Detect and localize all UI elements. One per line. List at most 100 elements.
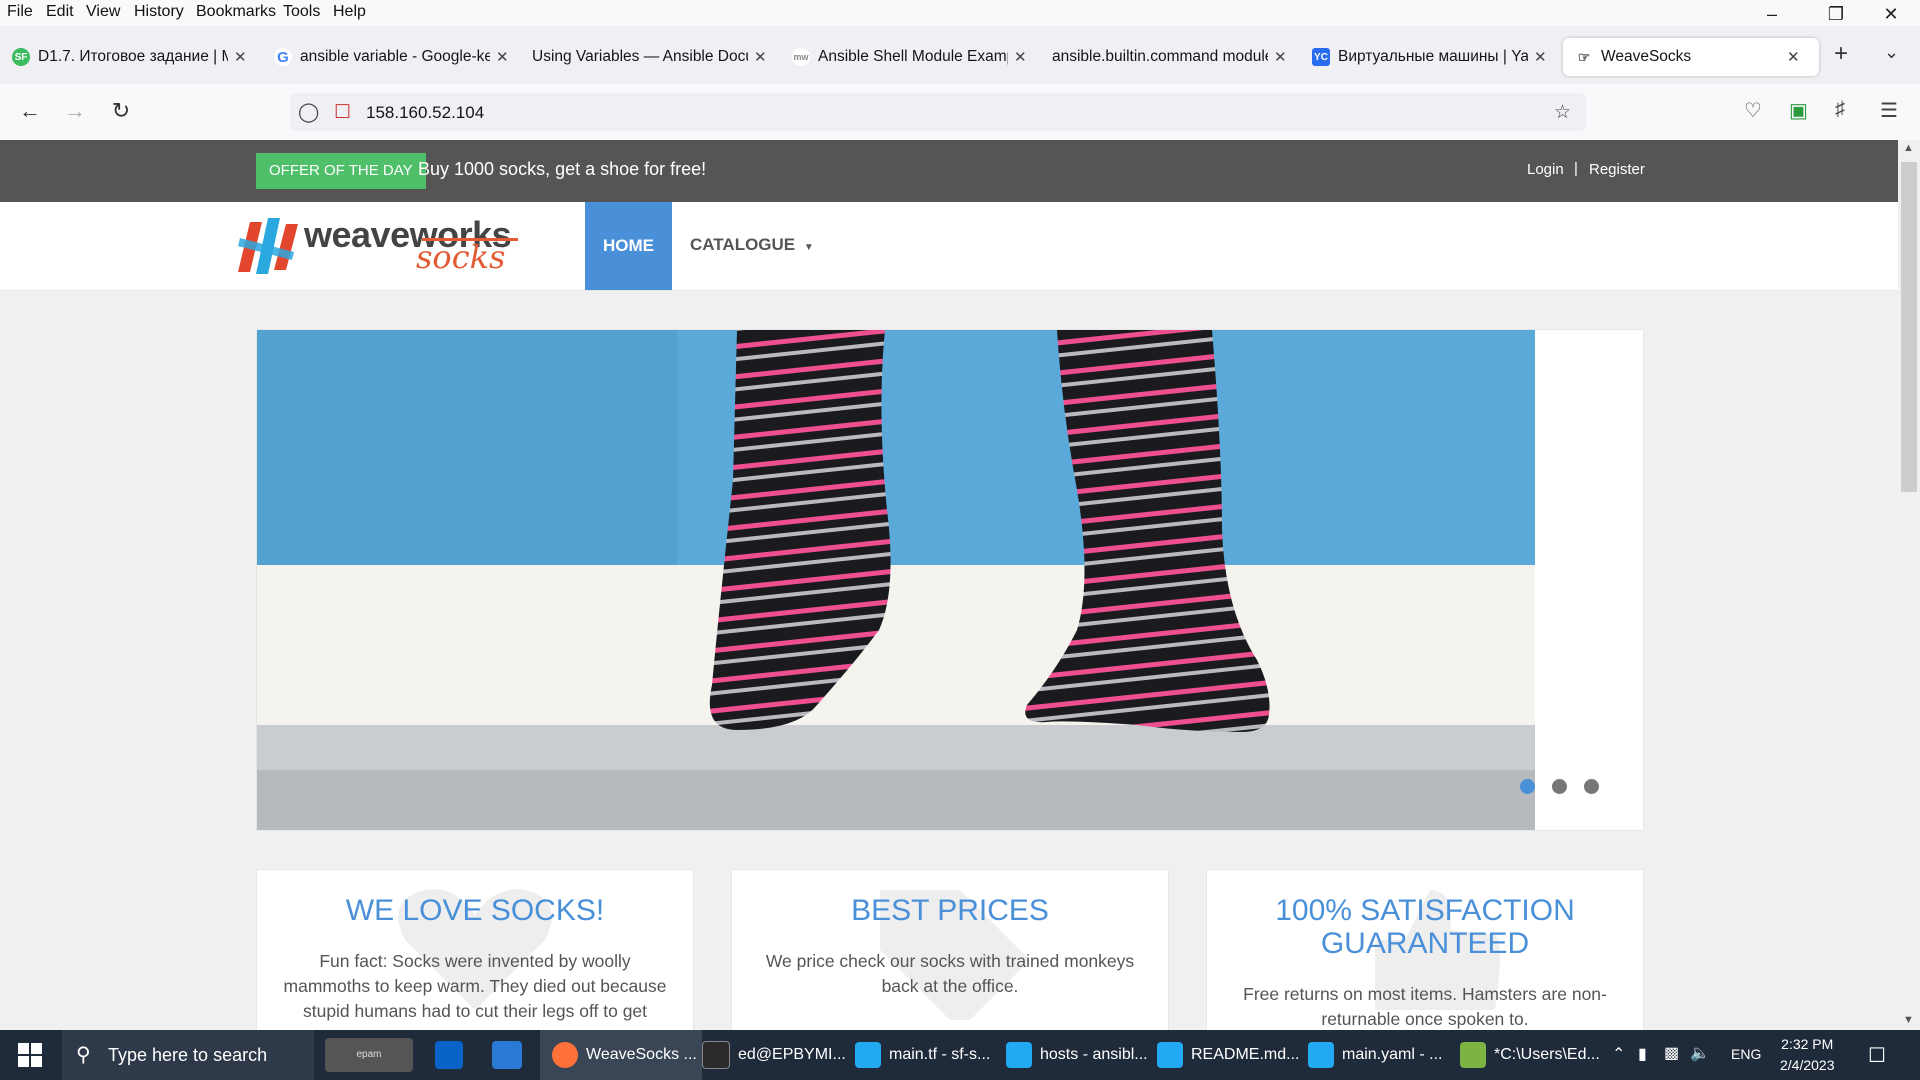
taskbar-app-vscode-hosts[interactable]: hosts - ansibl...: [1006, 1030, 1148, 1080]
close-window-icon[interactable]: ✕: [1871, 4, 1911, 25]
notepad-plus-icon: [1460, 1042, 1486, 1068]
close-tab-icon[interactable]: ✕: [754, 48, 767, 66]
tab-google[interactable]: G ansible variable - Google-ke ✕: [274, 38, 509, 76]
shield-icon[interactable]: ◯: [298, 101, 319, 124]
login-link[interactable]: Login: [1527, 161, 1564, 178]
battery-icon[interactable]: ▮: [1638, 1044, 1647, 1064]
back-icon[interactable]: ←: [15, 98, 45, 124]
epam-label: epam: [356, 1049, 382, 1060]
volume-icon[interactable]: 🔈: [1690, 1043, 1710, 1063]
close-tab-icon[interactable]: ✕: [1274, 48, 1287, 66]
offer-text: Buy 1000 socks, get a shoe for free!: [418, 159, 707, 179]
menu-history[interactable]: History: [134, 3, 184, 21]
taskbar-app-vscode-main-yaml[interactable]: main.yaml - ...: [1308, 1030, 1448, 1080]
vscode-icon: [855, 1042, 881, 1068]
menu-tools[interactable]: Tools: [283, 3, 320, 21]
new-tab-icon[interactable]: +: [1834, 40, 1848, 68]
taskbar-app-label: main.yaml - ...: [1342, 1046, 1443, 1063]
network-icon[interactable]: ▩: [1664, 1043, 1679, 1063]
tray-chevron-icon[interactable]: ⌃: [1612, 1044, 1625, 1064]
close-tab-icon[interactable]: ✕: [1787, 48, 1800, 66]
taskbar-app-label: README.md...: [1191, 1046, 1300, 1063]
tab-skillfactory[interactable]: SF D1.7. Итоговое задание | M ✕: [12, 38, 247, 76]
taskbar-clock[interactable]: 2:32 PM 2/4/2023: [1780, 1034, 1835, 1076]
weaveworks-logo-icon: [238, 218, 298, 274]
tab-list-icon[interactable]: ⌄: [1884, 42, 1899, 63]
vscode-icon: [1157, 1042, 1183, 1068]
nav-catalogue[interactable]: CATALOGUE ▼: [690, 235, 814, 255]
scroll-down-icon[interactable]: ▼: [1903, 1014, 1914, 1026]
nav-catalogue-label: CATALOGUE: [690, 235, 796, 254]
weaveworks-logo[interactable]: weaveworks socks: [236, 214, 536, 278]
minimize-icon[interactable]: –: [1752, 4, 1792, 25]
menu-file[interactable]: File: [7, 3, 33, 21]
windows-start-icon[interactable]: [18, 1043, 42, 1067]
firefox-icon: [552, 1042, 578, 1068]
url-bar[interactable]: ◯ ☐ 158.160.52.104 ☆: [290, 93, 1586, 131]
carousel-dot-3[interactable]: [1584, 779, 1599, 794]
feature-title: 100% SATISFACTION GUARANTEED: [1275, 894, 1575, 960]
vscode-icon: [1006, 1042, 1032, 1068]
url-text[interactable]: 158.160.52.104: [366, 103, 484, 123]
vertical-scrollbar[interactable]: ▲ ▼: [1898, 140, 1920, 1030]
menu-bar: File Edit View History Bookmarks Tools H…: [0, 0, 1920, 26]
close-tab-icon[interactable]: ✕: [1014, 48, 1027, 66]
taskbar-app-firefox[interactable]: WeaveSocks ...: [540, 1030, 702, 1080]
offer-badge[interactable]: OFFER OF THE DAY: [256, 153, 426, 189]
feature-box-satisfaction: 100% SATISFACTION GUARANTEED Free return…: [1206, 869, 1644, 1030]
close-tab-icon[interactable]: ✕: [496, 48, 509, 66]
menu-edit[interactable]: Edit: [46, 3, 74, 21]
language-indicator[interactable]: ENG: [1731, 1046, 1761, 1062]
bookmark-star-icon[interactable]: ☆: [1554, 101, 1571, 124]
pocket-icon[interactable]: ♡: [1744, 98, 1762, 123]
site-top-bar: OFFER OF THE DAY Buy 1000 socks, get a s…: [0, 140, 1898, 202]
reload-icon[interactable]: ↻: [106, 98, 136, 124]
clock-time: 2:32 PM: [1781, 1036, 1834, 1052]
nav-home[interactable]: HOME: [585, 202, 672, 290]
outlook-icon[interactable]: [435, 1041, 463, 1069]
tab-ansible-variables[interactable]: Using Variables — Ansible Docu ✕: [532, 38, 767, 76]
scrollbar-thumb[interactable]: [1901, 162, 1917, 492]
forward-icon[interactable]: →: [60, 98, 90, 124]
web-page: OFFER OF THE DAY Buy 1000 socks, get a s…: [0, 140, 1898, 1030]
taskbar-app-vscode-main-tf[interactable]: main.tf - sf-s...: [855, 1030, 995, 1080]
tab-title: ansible.builtin.command module: [1052, 48, 1268, 65]
extension-icon[interactable]: ▣: [1789, 98, 1808, 123]
close-tab-icon[interactable]: ✕: [234, 48, 247, 66]
carousel[interactable]: [256, 329, 1644, 831]
restore-icon[interactable]: ❐: [1816, 4, 1856, 25]
feature-text: Free returns on most items. Hamsters are…: [1243, 984, 1607, 1029]
close-tab-icon[interactable]: ✕: [1534, 48, 1547, 66]
remote-desktop-icon[interactable]: [492, 1041, 522, 1069]
extensions-puzzle-icon[interactable]: ♯: [1835, 98, 1845, 121]
hamburger-menu-icon[interactable]: ☰: [1880, 98, 1898, 123]
taskbar-search[interactable]: ⚲ Type here to search: [62, 1030, 314, 1080]
tab-weavesocks[interactable]: ☞ WeaveSocks ✕: [1563, 38, 1819, 76]
taskbar-app-vscode-readme[interactable]: README.md...: [1157, 1030, 1300, 1080]
taskbar-app-notepad[interactable]: *C:\Users\Ed...: [1460, 1030, 1610, 1080]
feature-text: We price check our socks with trained mo…: [765, 951, 1135, 996]
menu-view[interactable]: View: [86, 3, 120, 21]
mw-icon: mw: [792, 48, 810, 66]
scroll-up-icon[interactable]: ▲: [1903, 142, 1914, 154]
carousel-dot-1[interactable]: [1520, 779, 1535, 794]
menu-bookmarks[interactable]: Bookmarks: [196, 3, 276, 21]
epam-widget[interactable]: epam: [325, 1038, 413, 1072]
skillfactory-icon: SF: [12, 48, 30, 66]
tab-yandex-cloud[interactable]: YC Виртуальные машины | Yar ✕: [1312, 38, 1547, 76]
tab-ansible-shell[interactable]: mw Ansible Shell Module Examp ✕: [792, 38, 1027, 76]
search-icon: ⚲: [76, 1044, 91, 1066]
terminal-icon: [702, 1041, 730, 1069]
carousel-dot-2[interactable]: [1552, 779, 1567, 794]
google-icon: G: [274, 48, 292, 66]
insecure-lock-icon[interactable]: ☐: [334, 101, 351, 124]
tab-ansible-command[interactable]: ansible.builtin.command module ✕: [1052, 38, 1287, 76]
clock-date: 2/4/2023: [1780, 1057, 1835, 1073]
tab-title: D1.7. Итоговое задание | M: [38, 48, 228, 65]
notification-icon[interactable]: ☐: [1868, 1043, 1886, 1068]
feature-title: WE LOVE SOCKS!: [345, 894, 605, 927]
register-link[interactable]: Register: [1589, 161, 1645, 178]
menu-help[interactable]: Help: [333, 3, 366, 21]
tab-title: Виртуальные машины | Yar: [1338, 48, 1528, 65]
taskbar-app-terminal[interactable]: ed@EPBYMI...: [702, 1030, 846, 1080]
